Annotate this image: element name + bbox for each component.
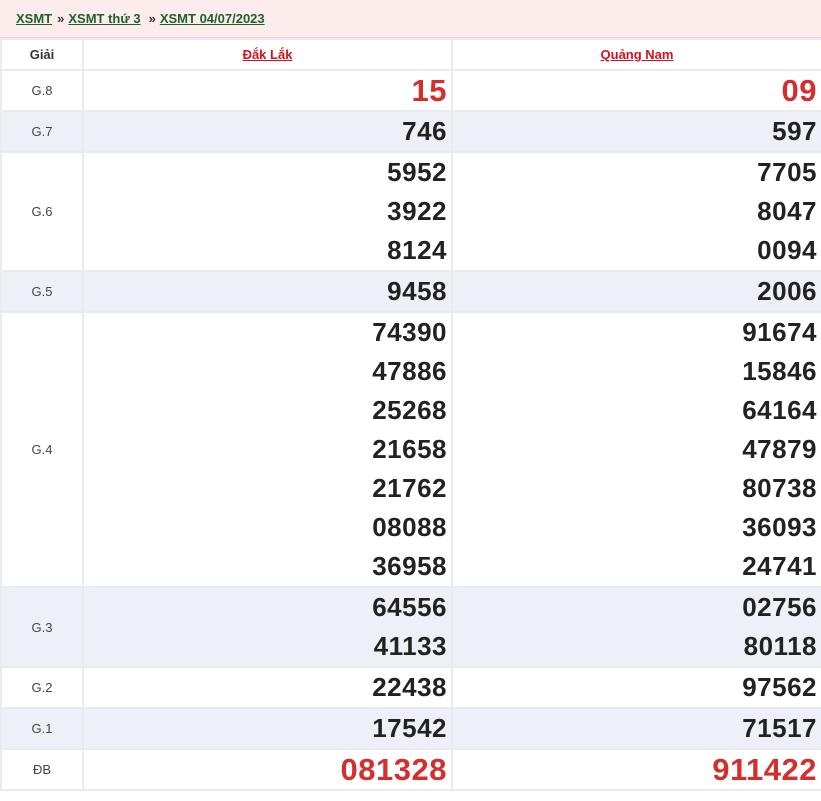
- table-row: G.2 22438 97562: [0, 666, 821, 709]
- breadcrumb-separator: »: [148, 11, 156, 26]
- prize-label: G.5: [0, 270, 84, 313]
- prize-number: 91674: [742, 317, 817, 347]
- result-cell-quang-nam: 02756 80118: [451, 586, 821, 668]
- prize-number: 597: [772, 116, 817, 146]
- table-row: ĐB 081328 911422: [0, 748, 821, 791]
- prize-number: 64164: [742, 395, 817, 425]
- prize-number: 41133: [373, 631, 447, 661]
- prize-label: G.1: [0, 707, 84, 750]
- prize-number: 5952: [387, 157, 447, 187]
- breadcrumb: XSMT » XSMT thứ 3 » XSMT 04/07/2023: [0, 0, 821, 38]
- prize-number: 22438: [372, 672, 447, 702]
- province-header-dak-lak: Đắk Lắk: [82, 38, 453, 71]
- prize-label: G.2: [0, 666, 84, 709]
- prize-number: 25268: [372, 395, 447, 425]
- prize-number: 80738: [742, 473, 817, 503]
- result-cell-quang-nam: 71517: [451, 707, 821, 750]
- prize-label: G.8: [0, 69, 84, 112]
- result-cell-dak-lak: 081328: [82, 748, 453, 791]
- special-prize-number: 081328: [340, 752, 447, 787]
- table-row: G.1 17542 71517: [0, 707, 821, 750]
- table-row: G.6 5952 3922 8124 7705 8047 0094: [0, 151, 821, 272]
- prize-number: 0094: [757, 235, 817, 265]
- results-body: G.8 15 09 G.7 746 597 G.6 5952 3922 8124 7705 8047 0…: [0, 69, 821, 791]
- prize-number: 746: [402, 116, 447, 146]
- prize-label: ĐB: [0, 748, 84, 791]
- special-prize-number: 911422: [712, 752, 817, 787]
- prize-number: 80118: [743, 631, 817, 661]
- table-row: G.8 15 09: [0, 69, 821, 112]
- province-link-quang-nam[interactable]: Quảng Nam: [601, 47, 674, 62]
- prize-number: 71517: [742, 713, 817, 743]
- prize-column-header: Giải: [0, 38, 84, 71]
- results-table: Giải Đắk Lắk Quảng Nam G.8 15 09 G.7 746 597 G…: [0, 38, 821, 791]
- prize-number: 09: [781, 73, 817, 108]
- breadcrumb-link-xsmt[interactable]: XSMT: [16, 11, 52, 26]
- result-cell-dak-lak: 22438: [82, 666, 453, 709]
- table-row: G.5 9458 2006: [0, 270, 821, 313]
- prize-number: 3922: [387, 196, 447, 226]
- result-cell-dak-lak: 17542: [82, 707, 453, 750]
- table-row: G.7 746 597: [0, 110, 821, 153]
- province-link-dak-lak[interactable]: Đắk Lắk: [243, 47, 293, 62]
- prize-number: 8124: [387, 235, 447, 265]
- prize-number: 36958: [372, 551, 447, 581]
- prize-number: 02756: [742, 592, 817, 622]
- result-cell-quang-nam: 09: [451, 69, 821, 112]
- table-row: G.3 64556 41133 02756 80118: [0, 586, 821, 668]
- result-cell-quang-nam: 911422: [451, 748, 821, 791]
- prize-number: 47879: [742, 434, 817, 464]
- prize-number: 2006: [757, 276, 817, 306]
- breadcrumb-separator: »: [57, 11, 65, 26]
- prize-label: G.4: [0, 311, 84, 588]
- result-cell-dak-lak: 9458: [82, 270, 453, 313]
- prize-number: 97562: [742, 672, 817, 702]
- prize-number: 24741: [742, 551, 817, 581]
- result-cell-dak-lak: 64556 41133: [82, 586, 453, 668]
- result-cell-quang-nam: 91674 15846 64164 47879 80738 36093 24741: [451, 311, 821, 588]
- result-cell-dak-lak: 15: [82, 69, 453, 112]
- result-cell-dak-lak: 5952 3922 8124: [82, 151, 453, 272]
- result-cell-quang-nam: 597: [451, 110, 821, 153]
- prize-number: 74390: [372, 317, 447, 347]
- prize-label: G.3: [0, 586, 84, 668]
- breadcrumb-link-xsmt-date[interactable]: XSMT 04/07/2023: [160, 11, 265, 26]
- result-cell-quang-nam: 7705 8047 0094: [451, 151, 821, 272]
- prize-number: 21658: [372, 434, 447, 464]
- prize-number: 21762: [372, 473, 447, 503]
- result-cell-quang-nam: 97562: [451, 666, 821, 709]
- prize-number: 15: [411, 73, 447, 108]
- prize-number: 36093: [742, 512, 817, 542]
- prize-number: 8047: [757, 196, 817, 226]
- prize-number: 15846: [742, 356, 817, 386]
- prize-number: 64556: [372, 592, 447, 622]
- result-cell-quang-nam: 2006: [451, 270, 821, 313]
- prize-number: 9458: [387, 276, 447, 306]
- prize-number: 7705: [757, 157, 817, 187]
- prize-number: 08088: [372, 512, 447, 542]
- table-row: G.4 74390 47886 25268 21658 21762 08088 36958 91…: [0, 311, 821, 588]
- result-cell-dak-lak: 746: [82, 110, 453, 153]
- prize-number: 47886: [372, 356, 447, 386]
- province-header-quang-nam: Quảng Nam: [451, 38, 821, 71]
- prize-label: G.7: [0, 110, 84, 153]
- prize-number: 17542: [372, 713, 447, 743]
- table-header-row: Giải Đắk Lắk Quảng Nam: [0, 38, 821, 71]
- prize-label: G.6: [0, 151, 84, 272]
- result-cell-dak-lak: 74390 47886 25268 21658 21762 08088 36958: [82, 311, 453, 588]
- breadcrumb-link-xsmt-thu-3[interactable]: XSMT thứ 3: [68, 11, 140, 26]
